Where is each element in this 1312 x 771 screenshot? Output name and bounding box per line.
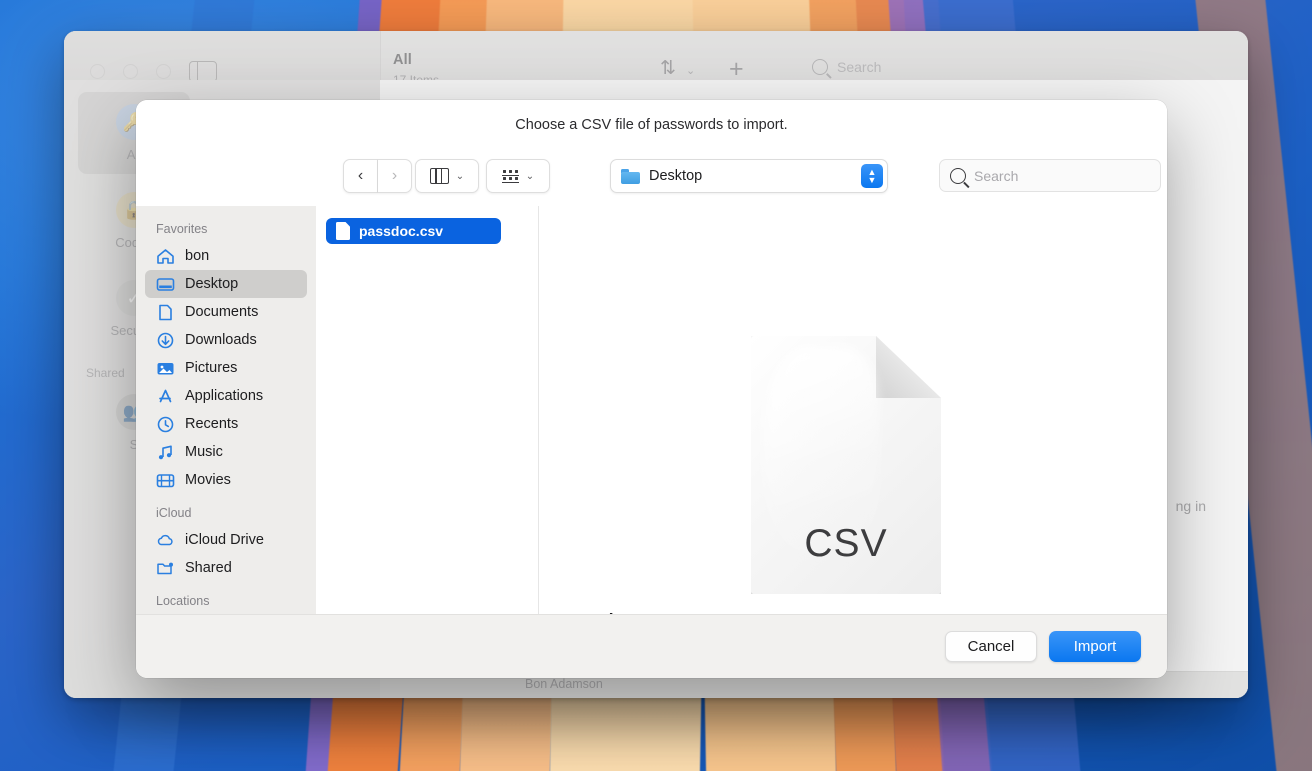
window-title: All <box>393 52 412 68</box>
cancel-button[interactable]: Cancel <box>945 631 1037 662</box>
sidebar-item-shared[interactable]: Shared <box>145 554 307 582</box>
group-by-target[interactable]: ⌄ <box>486 159 550 193</box>
document-icon <box>156 304 175 321</box>
sidebar-item-label: Recents <box>185 416 238 432</box>
sidebar-item-documents[interactable]: Documents <box>145 298 307 326</box>
window-traffic-lights[interactable] <box>90 64 171 79</box>
plus-icon[interactable]: + <box>729 57 744 82</box>
search-icon <box>812 59 828 75</box>
sidebar-item-bon[interactable]: bon <box>145 242 307 270</box>
home-icon <box>156 248 175 265</box>
sidebar-item-label: Pictures <box>185 360 237 376</box>
close-button[interactable] <box>90 64 105 79</box>
dialog-search-input[interactable]: Search <box>939 159 1161 192</box>
sidebar-item-label: Downloads <box>185 332 257 348</box>
folder-icon <box>621 169 640 184</box>
search-placeholder: Search <box>837 59 881 75</box>
forward-button[interactable]: › <box>378 159 412 193</box>
sidebar-toggle-icon[interactable] <box>189 61 217 82</box>
sidebar-section-shared: Shared <box>86 366 125 380</box>
sidebar-item-applications[interactable]: Applications <box>145 382 307 410</box>
sidebar-section-locations: Locations <box>136 594 316 614</box>
view-mode-target[interactable]: ⌄ <box>415 159 479 193</box>
sidebar-item-icloud-drive[interactable]: iCloud Drive <box>145 526 307 554</box>
document-icon <box>336 222 350 240</box>
sidebar-item-downloads[interactable]: Downloads <box>145 326 307 354</box>
search-icon <box>950 168 966 184</box>
sidebar-item-desktop[interactable]: Desktop <box>145 270 307 298</box>
stepper-icon[interactable]: ▲▼ <box>861 164 883 188</box>
import-button[interactable]: Import <box>1049 631 1141 662</box>
chevron-right-icon: › <box>392 168 397 184</box>
csv-label: CSV <box>751 522 941 566</box>
group-by-icon <box>502 169 519 183</box>
csv-file-icon: CSV <box>751 336 941 594</box>
view-mode-button[interactable]: ⌄ <box>415 159 479 193</box>
background-search-field[interactable]: Search <box>812 59 881 75</box>
file-preview-column: CSV passdoc.csv Plain Text Document - 7 … <box>539 206 1167 614</box>
current-folder-label: Desktop <box>649 168 861 184</box>
desktop-icon <box>156 276 175 293</box>
navigation-buttons[interactable]: ‹ › <box>343 159 412 193</box>
sidebar-item-label: Movies <box>185 472 231 488</box>
sidebar-item-label: Music <box>185 444 223 460</box>
sidebar-item-label: iCloud Drive <box>185 532 264 548</box>
path-popup-button[interactable]: Desktop ▲▼ <box>610 159 888 193</box>
download-icon <box>156 332 175 349</box>
search-placeholder: Search <box>974 168 1018 184</box>
file-list-column[interactable]: passdoc.csv <box>316 206 539 614</box>
sidebar-section-favorites: Favorites <box>136 222 316 242</box>
film-icon <box>156 472 175 489</box>
sidebar-item-label: Applications <box>185 388 263 404</box>
dialog-prompt: Choose a CSV file of passwords to import… <box>136 117 1167 133</box>
sidebar-item-movies[interactable]: Movies <box>145 466 307 494</box>
sidebar-item-music[interactable]: Music <box>145 438 307 466</box>
chevron-down-icon[interactable]: ⌄ <box>686 64 695 77</box>
column-view-icon <box>430 168 449 184</box>
window-titlebar: All 17 Items ⇅ ⌄ + Search <box>64 31 1248 81</box>
list-item[interactable]: passdoc.csv <box>326 218 501 244</box>
chevron-left-icon: ‹ <box>358 168 363 184</box>
sidebar-item-label: Shared <box>185 560 232 576</box>
dialog-body: Favorites bon Desktop Documents <box>136 206 1167 614</box>
shared-folder-icon <box>156 560 175 577</box>
sidebar-item-label: Documents <box>185 304 258 320</box>
sidebar-item-recents[interactable]: Recents <box>145 410 307 438</box>
photo-icon <box>156 360 175 377</box>
sidebar-item-label: Desktop <box>185 276 238 292</box>
chevron-down-icon: ⌄ <box>526 171 534 182</box>
dialog-toolbar: ‹ › ⌄ <box>136 156 1167 194</box>
appstore-icon <box>156 388 175 405</box>
account-name: Bon Adamson <box>525 677 603 691</box>
cloud-icon <box>156 532 175 549</box>
back-button[interactable]: ‹ <box>343 159 378 193</box>
chevron-down-icon: ⌄ <box>456 171 464 182</box>
sidebar-item-pictures[interactable]: Pictures <box>145 354 307 382</box>
dialog-sidebar: Favorites bon Desktop Documents <box>136 206 316 614</box>
sidebar-item-label: bon <box>185 248 209 264</box>
dialog-footer: Cancel Import <box>136 614 1167 678</box>
dialog-header: Choose a CSV file of passwords to import… <box>136 100 1167 206</box>
minimize-button[interactable] <box>123 64 138 79</box>
clock-icon <box>156 416 175 433</box>
maximize-button[interactable] <box>156 64 171 79</box>
group-by-button[interactable]: ⌄ <box>486 159 550 193</box>
sidebar-section-icloud: iCloud <box>136 506 316 526</box>
sort-arrows-icon[interactable]: ⇅ <box>660 59 676 78</box>
music-note-icon <box>156 444 175 461</box>
file-name-label: passdoc.csv <box>359 223 443 239</box>
file-open-dialog[interactable]: Choose a CSV file of passwords to import… <box>136 100 1167 678</box>
list-row-fragment: ng in <box>1176 498 1206 514</box>
